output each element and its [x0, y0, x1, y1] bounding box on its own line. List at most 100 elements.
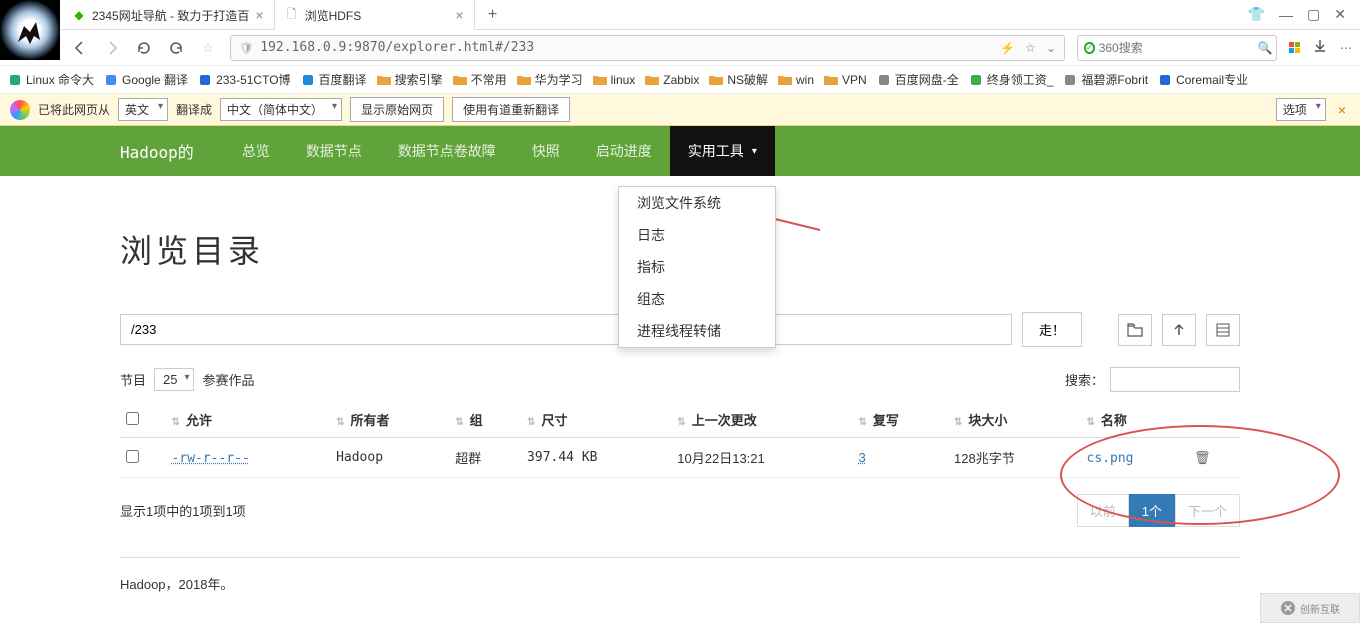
browser-tab-0[interactable]: ◆ 2345网址导航 - 致力于打造百 × — [62, 0, 275, 30]
minimize-button[interactable]: — — [1279, 7, 1293, 23]
star-icon[interactable]: ☆ — [198, 38, 218, 58]
back-button[interactable] — [70, 38, 90, 58]
column-header — [120, 402, 166, 438]
maximize-button[interactable]: ▢ — [1307, 6, 1320, 23]
bookmark-item[interactable]: 233-51CTO博 — [198, 71, 290, 88]
close-icon[interactable]: × — [255, 7, 263, 23]
column-header[interactable]: ⇅尺寸 — [521, 402, 671, 438]
bookmark-item[interactable]: linux — [593, 73, 636, 87]
dropdown-item[interactable]: 进程线程转储 — [619, 315, 775, 347]
table-row: -rw-r--r-- Hadoop 超群 397.44 KB 10月22日13:… — [120, 438, 1240, 478]
translate-bar: 已将此网页从 英文 翻译成 中文（简体中文） 显示原始网页 使用有道重新翻译 选… — [0, 94, 1360, 126]
folder-icon — [377, 73, 391, 87]
address-input[interactable]: 🛡 192.168.0.9:9870/explorer.html#/233 ⚡ … — [230, 35, 1065, 61]
column-header[interactable]: ⇅允许 — [166, 402, 331, 438]
bookmark-star-icon[interactable]: ☆ — [1025, 41, 1036, 55]
entries-select[interactable]: 25 — [154, 368, 194, 391]
open-folder-icon[interactable] — [1118, 314, 1152, 346]
row-checkbox[interactable] — [126, 450, 139, 463]
column-header[interactable]: ⇅块大小 — [948, 402, 1080, 438]
nav-item-0[interactable]: 总览 — [224, 126, 288, 176]
bookmark-item[interactable]: 终身领工资_ — [969, 71, 1054, 88]
bookmark-item[interactable]: Google 翻译 — [104, 71, 188, 88]
folder-icon — [453, 73, 467, 87]
undo-button[interactable] — [166, 38, 186, 58]
go-button[interactable]: 走！ — [1022, 312, 1082, 347]
bookmark-item[interactable]: 福碧源Fobrit — [1063, 71, 1148, 88]
close-icon[interactable]: × — [455, 7, 463, 23]
page-icon — [104, 73, 118, 87]
brand-label[interactable]: Hadoop的 — [120, 139, 194, 163]
bookmark-item[interactable]: 不常用 — [453, 71, 507, 88]
bookmark-item[interactable]: Coremail专业 — [1158, 71, 1248, 88]
forward-button[interactable] — [102, 38, 122, 58]
lightning-icon[interactable]: ⚡ — [1000, 41, 1015, 55]
bookmark-label: 福碧源Fobrit — [1081, 71, 1148, 88]
bookmark-item[interactable]: win — [778, 73, 814, 87]
nav-item-1[interactable]: 数据节点 — [288, 126, 380, 176]
dropdown-item[interactable]: 指标 — [619, 251, 775, 283]
retranslate-button[interactable]: 使用有道重新翻译 — [452, 97, 570, 122]
bookmark-label: 搜索引擎 — [395, 71, 443, 88]
bookmark-item[interactable]: Zabbix — [645, 73, 699, 87]
search-icon[interactable]: 🔍 — [1258, 41, 1273, 55]
column-header[interactable]: ⇅所有者 — [330, 402, 449, 438]
bookmark-item[interactable]: NS破解 — [709, 71, 768, 88]
wardrobe-icon[interactable]: 👕 — [1248, 6, 1265, 23]
new-tab-button[interactable]: + — [475, 0, 511, 29]
translate-logo-icon — [10, 100, 30, 120]
trash-icon[interactable]: 🗑 — [1194, 450, 1211, 465]
bookmark-item[interactable]: Linux 命令大 — [8, 71, 94, 88]
search-input[interactable] — [1099, 41, 1254, 55]
browser-tab-1[interactable]: 🗋 浏览HDFS × — [275, 0, 475, 30]
page-current[interactable]: 1个 — [1129, 494, 1175, 527]
size-cell: 397.44 KB — [521, 438, 671, 478]
nav-item-5[interactable]: 实用工具 — [670, 126, 775, 176]
bookmark-item[interactable]: 百度网盘-全 — [877, 71, 959, 88]
nav-item-3[interactable]: 快照 — [514, 126, 578, 176]
sort-icon: ⇅ — [527, 419, 535, 427]
sort-icon: ⇅ — [1087, 419, 1095, 427]
column-header[interactable]: ⇅名称 — [1081, 402, 1188, 438]
dropdown-item[interactable]: 日志 — [619, 219, 775, 251]
permission-link[interactable]: -rw-r--r-- — [172, 451, 250, 466]
select-all-checkbox[interactable] — [126, 412, 139, 425]
translate-close-icon[interactable]: × — [1334, 102, 1350, 118]
filename-link[interactable]: cs.png — [1087, 451, 1134, 466]
window-controls: 👕 — ▢ ✕ — [1234, 0, 1360, 29]
chevron-down-icon[interactable]: ⌄ — [1046, 41, 1056, 55]
bookmark-item[interactable]: VPN — [824, 73, 867, 87]
folder-icon — [593, 73, 607, 87]
upload-icon[interactable] — [1162, 314, 1196, 346]
column-header[interactable]: ⇅上一次更改 — [671, 402, 852, 438]
dropdown-item[interactable]: 浏览文件系统 — [619, 187, 775, 219]
bookmark-item[interactable]: 华为学习 — [517, 71, 583, 88]
column-header[interactable]: ⇅复写 — [853, 402, 949, 438]
group-cell: 超群 — [449, 438, 521, 478]
column-header[interactable]: ⇅组 — [449, 402, 521, 438]
dropdown-item[interactable]: 组态 — [619, 283, 775, 315]
page-prev[interactable]: 以前 — [1077, 494, 1129, 527]
footer-text: Hadoop，2018年。 — [120, 574, 1240, 593]
bookmark-item[interactable]: 搜索引擎 — [377, 71, 443, 88]
nav-item-2[interactable]: 数据节点卷故障 — [380, 126, 514, 176]
more-menu-icon[interactable]: ⋯ — [1340, 41, 1352, 55]
pagination: 以前 1个 下一个 — [1077, 494, 1240, 527]
download-icon[interactable] — [1312, 38, 1328, 57]
bookmark-item[interactable]: 百度翻译 — [301, 71, 367, 88]
list-view-icon[interactable] — [1206, 314, 1240, 346]
search-label: 搜索： — [1065, 370, 1104, 389]
close-window-button[interactable]: ✕ — [1334, 6, 1346, 23]
translate-to-select[interactable]: 中文（简体中文） — [220, 98, 342, 121]
search-box[interactable]: ✓ 🔍 — [1077, 35, 1277, 61]
reload-button[interactable] — [134, 38, 154, 58]
replication-link[interactable]: 3 — [859, 450, 866, 465]
nav-item-4[interactable]: 启动进度 — [578, 126, 670, 176]
table-search-input[interactable] — [1110, 367, 1240, 392]
apps-icon[interactable] — [1289, 42, 1300, 53]
translate-options-select[interactable]: 选项 — [1276, 98, 1326, 121]
path-input[interactable] — [120, 314, 1012, 345]
translate-from-select[interactable]: 英文 — [118, 98, 168, 121]
page-next[interactable]: 下一个 — [1175, 494, 1240, 527]
show-original-button[interactable]: 显示原始网页 — [350, 97, 444, 122]
